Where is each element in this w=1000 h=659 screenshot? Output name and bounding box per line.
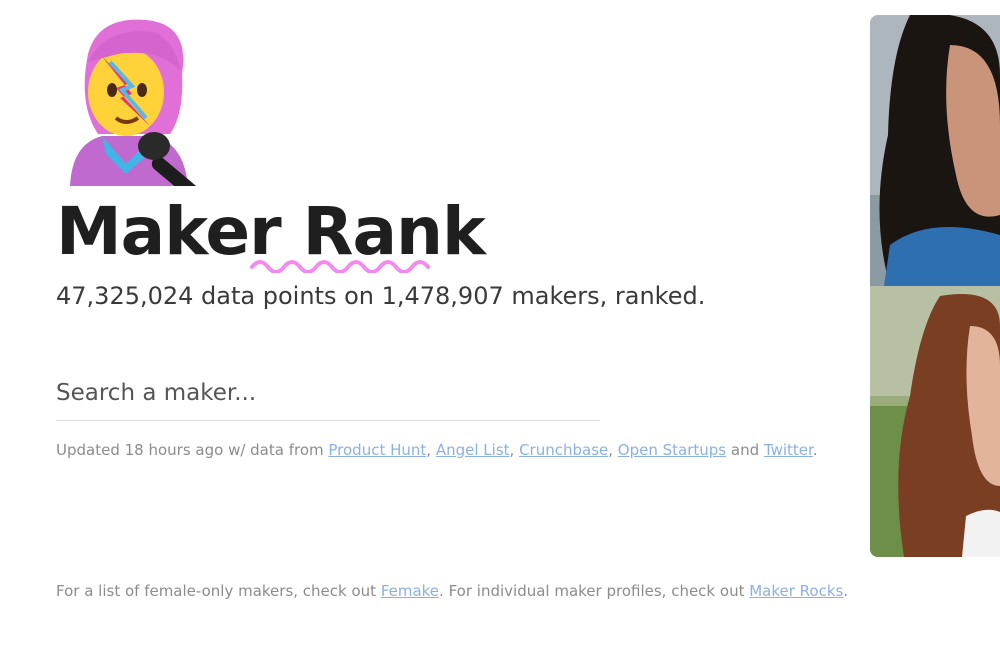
footer-text: . (843, 582, 849, 600)
sources-separator: , (426, 441, 436, 459)
sources-prefix: Updated 18 hours ago w/ data from (56, 441, 329, 459)
footer-note: For a list of female-only makers, check … (56, 582, 848, 600)
sources-separator: , (608, 441, 618, 459)
sources-separator: , (509, 441, 520, 459)
maker-photo-dark-hair[interactable] (870, 15, 1000, 286)
angel-list-link[interactable]: Angel List (436, 441, 510, 459)
woman-singer-emoji-icon (58, 14, 210, 200)
footer-text: . For individual maker profiles, check o… (439, 582, 750, 600)
twitter-link[interactable]: Twitter (764, 441, 813, 459)
squiggle-underline-icon (250, 255, 436, 274)
maker-rocks-link[interactable]: Maker Rocks (749, 582, 843, 600)
crunchbase-link[interactable]: Crunchbase (519, 441, 608, 459)
maker-photo-stack[interactable] (870, 15, 1000, 557)
data-sources-note: Updated 18 hours ago w/ data from Produc… (56, 441, 818, 459)
open-startups-link[interactable]: Open Startups (618, 441, 726, 459)
stats-subtitle: 47,325,024 data points on 1,478,907 make… (56, 282, 706, 310)
sources-suffix: . (812, 441, 818, 459)
search-input[interactable] (56, 366, 600, 421)
footer-text: For a list of female-only makers, check … (56, 582, 381, 600)
sources-and: and (726, 441, 764, 459)
product-hunt-link[interactable]: Product Hunt (328, 441, 426, 459)
maker-photo-long-brown-hair[interactable] (870, 286, 1000, 557)
femake-link[interactable]: Femake (381, 582, 439, 600)
